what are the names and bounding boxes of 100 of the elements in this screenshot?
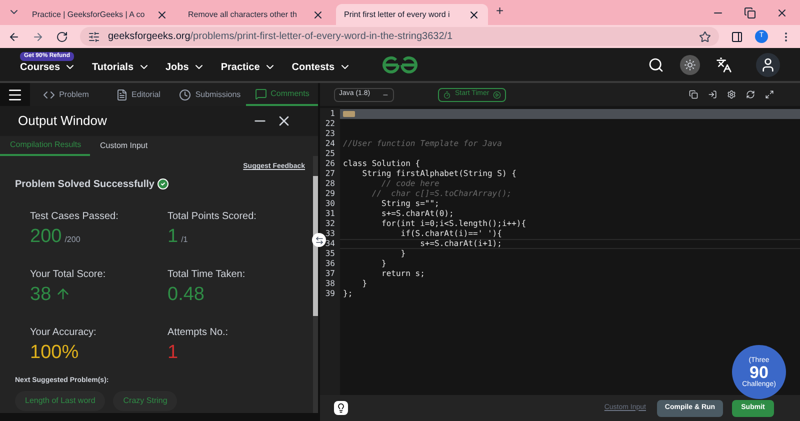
- code-line: // char c[]=S.toCharArray();: [370, 189, 512, 199]
- sun-icon: [684, 58, 696, 70]
- forward-icon[interactable]: [32, 30, 44, 42]
- problem-tab[interactable]: Editorial: [102, 83, 174, 106]
- line-number: 36: [324, 259, 336, 269]
- code-line: return s;: [380, 269, 425, 279]
- stat-label: Total Points Scored:: [168, 212, 258, 222]
- line-number: 23: [324, 129, 336, 139]
- stat-value: 1/1: [168, 226, 188, 246]
- line-number: 32: [324, 219, 336, 229]
- line-number: 34: [324, 239, 336, 249]
- user-icon: [760, 56, 776, 72]
- stat-label: Your Total Score:: [30, 270, 107, 280]
- arrows-icon: [314, 236, 324, 244]
- back-icon[interactable]: [8, 30, 20, 42]
- language-icon[interactable]: [716, 56, 732, 72]
- nav-menu-item[interactable]: Practice: [220, 60, 276, 74]
- line-number: 24: [324, 139, 336, 149]
- code-line: String s="";: [380, 199, 440, 209]
- code-line: }: [400, 249, 406, 259]
- line-number: 30: [324, 199, 336, 209]
- timer-icon: [443, 90, 451, 98]
- line-number: 39: [324, 289, 336, 299]
- check-icon: [156, 178, 168, 190]
- code-line: s+=S.charAt(i+1);: [419, 239, 502, 249]
- code-line: };: [343, 289, 353, 299]
- line-number: 28: [324, 179, 336, 189]
- line-number: 31: [324, 209, 336, 219]
- code-icon: [43, 88, 56, 100]
- side-panel-icon[interactable]: [731, 30, 743, 42]
- stat-value: 1: [168, 342, 178, 362]
- stat-value: 200/200: [30, 226, 80, 246]
- browser-tab[interactable]: Print first letter of every word i: [336, 4, 488, 25]
- menu-icon: [7, 86, 23, 102]
- nav-menu-item[interactable]: Jobs: [166, 60, 205, 74]
- line-number: 25: [324, 149, 336, 159]
- fold-marker[interactable]: [343, 111, 355, 117]
- code-line: s+=S.charAt(0);: [380, 209, 454, 219]
- stat-label: Test Cases Passed:: [30, 212, 120, 222]
- nav-menu-item[interactable]: Tutorials: [92, 60, 150, 74]
- line-number: 38: [324, 279, 336, 289]
- code-line: // code here: [380, 179, 440, 189]
- stat-value: 0.48: [168, 284, 204, 304]
- output-tab[interactable]: Compilation Results: [0, 136, 90, 156]
- stat-label: Your Accuracy:: [30, 328, 98, 338]
- stat-value: 100%: [30, 342, 79, 362]
- site-settings-icon[interactable]: [88, 30, 100, 42]
- reload-icon[interactable]: [56, 30, 68, 42]
- stat-label: Total Time Taken:: [168, 270, 246, 280]
- code-line: }: [361, 279, 368, 289]
- line-number: 29: [324, 189, 336, 199]
- nav-menu-item[interactable]: Contests: [292, 60, 351, 74]
- import-icon[interactable]: [708, 90, 717, 99]
- line-number: 27: [324, 169, 336, 179]
- theme-toggle[interactable]: [680, 54, 700, 74]
- search-icon[interactable]: [648, 56, 664, 72]
- line-number: 33: [324, 229, 336, 239]
- scrollbar-thumb[interactable]: [313, 176, 318, 316]
- stat-label: Attempts No.:: [168, 328, 230, 338]
- line-number: 37: [324, 269, 336, 279]
- comment-icon: [254, 88, 267, 100]
- logo-icon: [382, 56, 418, 74]
- browser-tab[interactable]: Practice | GeeksforGeeks | A co: [24, 4, 176, 25]
- close-tab-icon[interactable]: [156, 8, 168, 20]
- settings-icon[interactable]: [727, 90, 736, 99]
- code-line: }: [380, 259, 386, 269]
- close-tab-icon[interactable]: [468, 8, 480, 20]
- code-line: if(S.charAt(i)==' '){: [400, 229, 502, 239]
- code-line: class Solution {: [343, 159, 420, 169]
- play-icon: [493, 90, 502, 98]
- user-avatar[interactable]: [756, 52, 780, 76]
- output-tab[interactable]: Custom Input: [90, 136, 158, 156]
- bookmark-icon[interactable]: [699, 30, 711, 42]
- fullscreen-icon[interactable]: [765, 90, 774, 99]
- code-line: String firstAlphabet(String S) {: [361, 169, 516, 179]
- lightbulb-icon: [336, 403, 346, 413]
- browser-tab[interactable]: Remove all characters other th: [180, 4, 332, 25]
- close-icon[interactable]: [776, 7, 788, 19]
- copy-icon[interactable]: [689, 90, 698, 99]
- line-number: 35: [324, 249, 336, 259]
- reset-icon[interactable]: [746, 90, 755, 99]
- new-tab-button[interactable]: +: [496, 0, 504, 20]
- nav-menu-item[interactable]: Courses: [20, 60, 76, 74]
- problem-tab[interactable]: Submissions: [174, 83, 246, 106]
- line-number: 22: [324, 119, 336, 129]
- clock-icon: [179, 88, 192, 100]
- code-line: for(int i=0;i<S.length();i++){: [380, 219, 526, 229]
- line-number: 26: [324, 159, 336, 169]
- close-tab-icon[interactable]: [312, 8, 324, 20]
- code-line: //User function Template for Java: [343, 139, 502, 149]
- line-number: 1: [329, 109, 336, 119]
- problem-tab[interactable]: Problem: [30, 83, 102, 106]
- panel-title: Output Window: [18, 112, 108, 130]
- status-message: Problem Solved Successfully: [15, 178, 154, 192]
- restore-icon[interactable]: [744, 7, 756, 19]
- document-icon: [116, 88, 128, 100]
- stat-value: 38: [30, 284, 52, 304]
- hint-button[interactable]: [334, 401, 348, 415]
- menu-button[interactable]: [0, 83, 30, 106]
- address-bar[interactable]: geeksforgeeks.org/problems/print-first-letter-of-every-word-in-the-string3632/1: [80, 27, 719, 46]
